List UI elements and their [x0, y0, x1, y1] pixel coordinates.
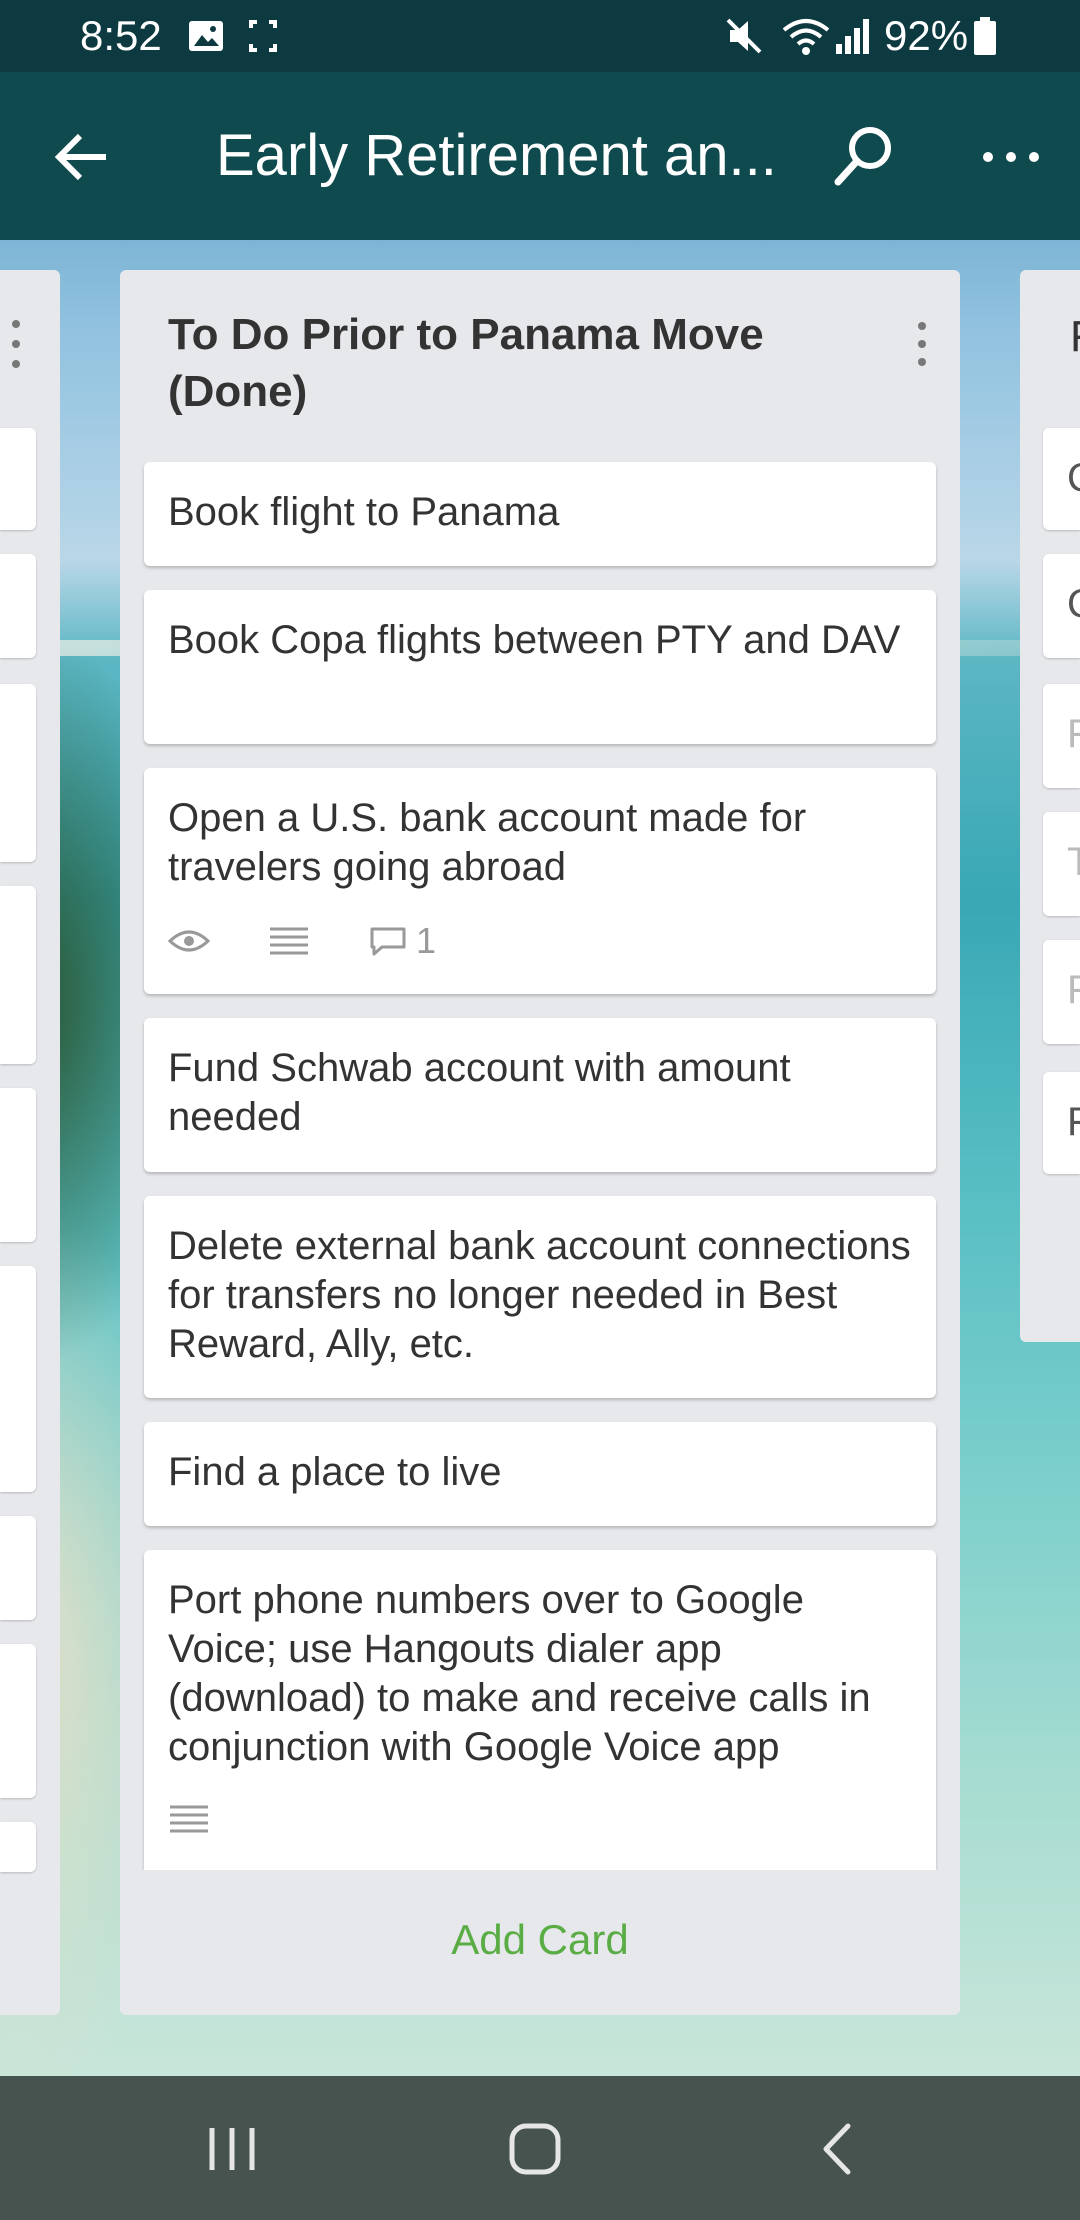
more-options-icon[interactable]	[976, 122, 1046, 192]
list-menu-icon[interactable]	[902, 314, 942, 374]
card-book-flight[interactable]: Book flight to Panama	[144, 462, 936, 566]
list-card[interactable]	[0, 886, 36, 1064]
card-fund-schwab[interactable]: Fund Schwab account with amount needed	[144, 1018, 936, 1172]
card-title: Book flight to Panama	[168, 490, 560, 534]
list-header[interactable]: To Do Prior to Panama Move (Done)	[120, 270, 960, 456]
home-icon[interactable]	[500, 2114, 570, 2184]
card-title: Find a place to live	[168, 1450, 502, 1494]
back-arrow-icon[interactable]	[48, 122, 118, 192]
list-card[interactable]	[0, 1822, 36, 1872]
list-card[interactable]	[0, 1516, 36, 1620]
status-time: 8:52	[80, 12, 162, 59]
screenshot-icon	[248, 16, 278, 61]
status-bar: 8:52 92%	[0, 0, 1080, 72]
list-to-do-prior: To Do Prior to Panama Move (Done) Book f…	[120, 270, 960, 2015]
recent-apps-icon[interactable]	[198, 2114, 268, 2184]
card-title: Open a U.S. bank account made for travel…	[168, 796, 807, 889]
list-card[interactable]	[0, 1644, 36, 1798]
app-bar: Early Retirement an...	[0, 72, 1080, 240]
card-port-phone[interactable]: Port phone numbers over to Google Voice;…	[144, 1550, 936, 1880]
next-list-title: F	[1070, 312, 1080, 362]
image-icon	[186, 16, 226, 61]
comment-count: 1	[416, 920, 437, 961]
navigation-bar	[0, 2076, 1080, 2220]
description-icon	[168, 1804, 210, 1834]
vertical-dots-icon[interactable]	[6, 314, 26, 379]
list-card[interactable]: T	[1043, 812, 1080, 916]
watch-eye-icon	[168, 927, 210, 955]
list-card[interactable]: F	[1043, 684, 1080, 788]
list-card[interactable]	[0, 428, 36, 530]
signal-icon	[834, 16, 872, 61]
list-card[interactable]: F	[1043, 940, 1080, 1044]
card-bank-account[interactable]: Open a U.S. bank account made for travel…	[144, 768, 936, 994]
add-card-label: Add Card	[451, 1916, 629, 1963]
description-icon	[268, 926, 310, 956]
card-find-place[interactable]: Find a place to live	[144, 1422, 936, 1526]
search-icon[interactable]	[826, 120, 900, 194]
list-card[interactable]: F	[1043, 1072, 1080, 1174]
list-card[interactable]	[0, 1088, 36, 1242]
card-badges: 1	[168, 920, 494, 962]
battery-percent: 92%	[884, 12, 969, 59]
list-card[interactable]	[0, 684, 36, 862]
card-title: Fund Schwab account with amount needed	[168, 1046, 791, 1139]
list-card[interactable]: C	[1043, 428, 1080, 530]
list-card[interactable]	[0, 1266, 36, 1492]
comment-icon: 1	[368, 920, 436, 962]
wifi-icon	[780, 16, 832, 61]
back-nav-icon[interactable]	[804, 2114, 874, 2184]
mute-icon	[724, 16, 764, 61]
card-title: Delete external bank account connections…	[168, 1224, 911, 1366]
list-card[interactable]: C	[1043, 554, 1080, 658]
card-title: Port phone numbers over to Google Voice;…	[168, 1578, 871, 1769]
card-title: Book Copa flights between PTY and DAV	[168, 618, 901, 662]
list-title[interactable]: To Do Prior to Panama Move (Done)	[168, 306, 858, 420]
board-title: Early Retirement an...	[216, 123, 777, 188]
card-delete-connections[interactable]: Delete external bank account connections…	[144, 1196, 936, 1398]
add-card-button[interactable]: Add Card	[120, 1870, 960, 2015]
card-book-copa[interactable]: Book Copa flights between PTY and DAV	[144, 590, 936, 744]
list-card[interactable]	[0, 554, 36, 658]
battery-icon	[972, 16, 998, 61]
card-badges	[168, 1804, 268, 1834]
